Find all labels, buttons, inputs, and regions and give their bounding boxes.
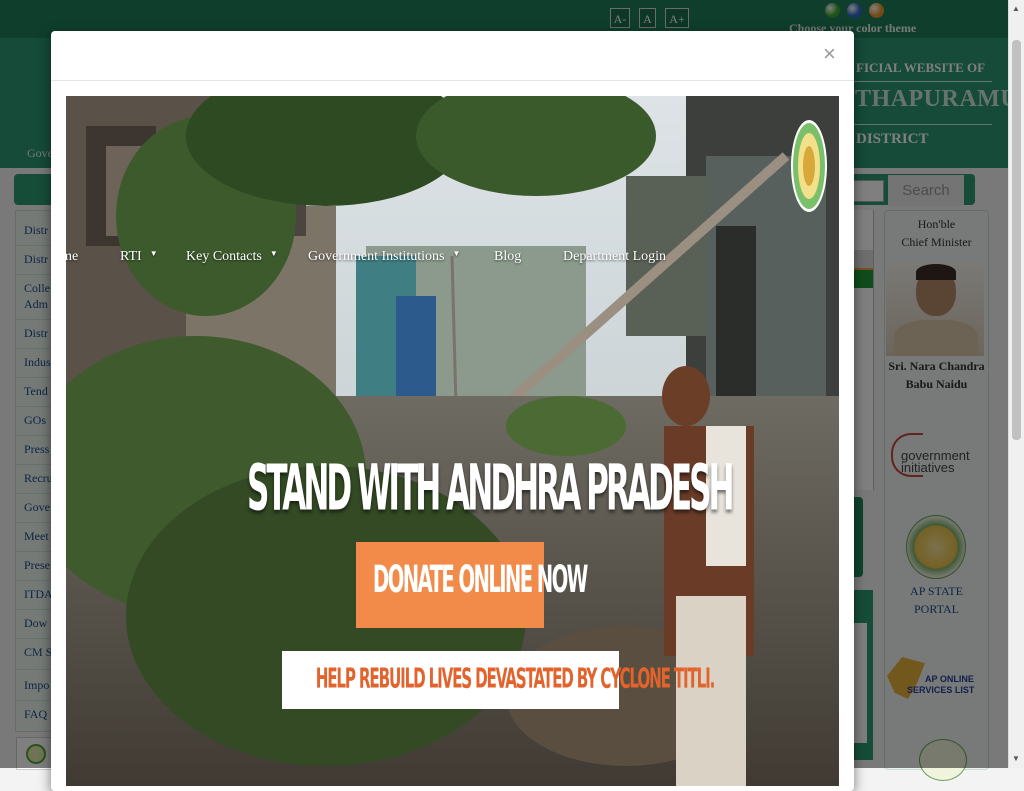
scroll-thumb[interactable] (1012, 40, 1021, 440)
nav-item-government-institutions[interactable]: Government Institutions ▼ (308, 249, 460, 265)
donate-online-button[interactable]: DONATE ONLINE NOW (356, 542, 588, 628)
nav-item-blog[interactable]: Blog (494, 249, 521, 265)
nav-item-department-login[interactable]: Department Login (563, 249, 666, 265)
nav-item-government-institutions-label: Government Institutions (308, 249, 445, 264)
nav-item-key-contacts[interactable]: Key Contacts ▼ (186, 249, 278, 265)
close-button[interactable]: × (823, 41, 836, 67)
chevron-down-icon: ▼ (269, 249, 278, 258)
chevron-down-icon: ▼ (452, 249, 461, 258)
headline-stand-with-ap: STAND WITH ANDHRA PRADESH (247, 451, 735, 525)
nav-item-rti[interactable]: RTI ▼ (120, 249, 158, 265)
rebuild-lives-banner: HELP REBUILD LIVES DEVASTATED BY CYCLONE… (282, 651, 716, 709)
nav-item-home[interactable]: Home (66, 249, 78, 265)
cyclone-donation-modal: × me RTI ▼ Key Contacts ▼ Government Ins… (51, 31, 854, 791)
chevron-down-icon: ▼ (149, 249, 158, 258)
ap-government-emblem-icon (791, 120, 827, 212)
nav-item-key-contacts-label: Key Contacts (186, 249, 262, 264)
modal-header: × (51, 31, 854, 81)
cyclone-banner-image[interactable]: Home RTI ▼ Key Contacts ▼ Government Insti… (66, 96, 839, 786)
rebuild-lives-text: HELP REBUILD LIVES DEVASTATED BY CYCLONE… (315, 663, 716, 695)
nav-item-rti-label: RTI (120, 249, 142, 264)
page-scrollbar[interactable]: ▲ ▼ (1008, 0, 1024, 768)
scroll-up-arrow[interactable]: ▲ (1012, 4, 1020, 13)
scroll-down-arrow[interactable]: ▼ (1012, 754, 1020, 763)
donate-button-label: DONATE ONLINE NOW (372, 558, 588, 602)
